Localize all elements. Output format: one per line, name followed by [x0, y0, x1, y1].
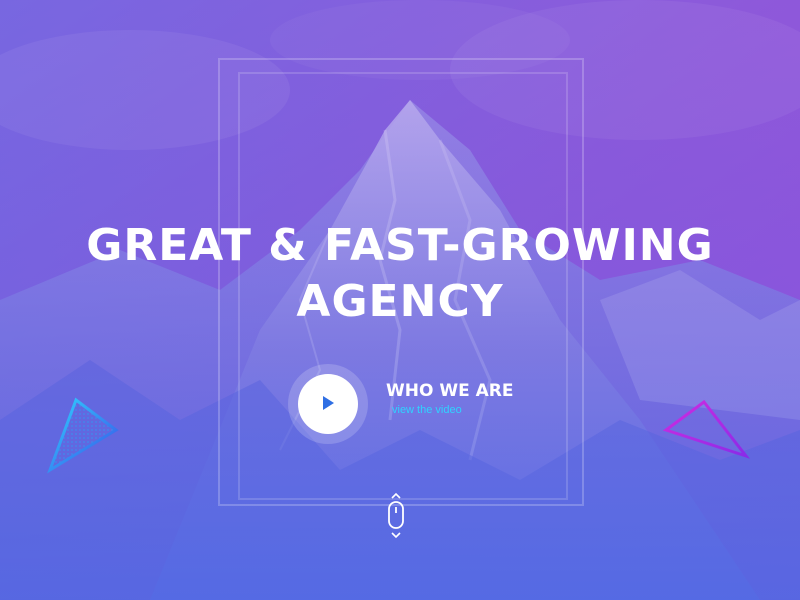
video-title: WHO WE ARE: [386, 381, 514, 401]
headline-line-1: GREAT & FAST-GROWING: [86, 220, 714, 271]
hero-section: GREAT & FAST-GROWING AGENCY WHO WE ARE v…: [0, 0, 800, 600]
headline-line-2: AGENCY: [296, 276, 504, 327]
play-video-button[interactable]: [298, 374, 358, 434]
triangle-decor-icon: [662, 399, 751, 459]
hero-headline: GREAT & FAST-GROWING AGENCY: [0, 218, 800, 330]
play-icon: [323, 396, 334, 410]
triangle-decor-icon: [47, 397, 119, 474]
mouse-scroll-icon[interactable]: [383, 492, 409, 540]
view-video-link[interactable]: view the video: [392, 404, 462, 416]
